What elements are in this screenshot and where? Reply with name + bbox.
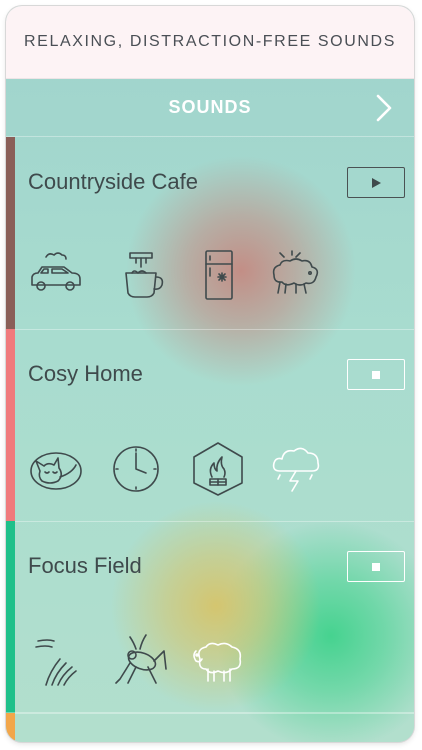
section-color-stripe — [6, 521, 15, 713]
sound-mix-countryside-cafe[interactable]: Countryside Cafe — [6, 137, 414, 330]
mix-name: Countryside Cafe — [28, 169, 198, 194]
play-icon — [372, 177, 381, 188]
stop-icon — [372, 370, 380, 379]
sound-icons — [28, 249, 348, 305]
next-sound-mix-partial[interactable] — [6, 712, 414, 742]
mix-name: Cosy Home — [28, 361, 143, 386]
section-color-stripe — [6, 137, 15, 329]
sound-mix-cosy-home[interactable]: Cosy Home — [6, 329, 414, 522]
stop-button[interactable] — [347, 551, 405, 582]
tagline-bar: RELAXING, DISTRACTION-FREE SOUNDS — [6, 6, 414, 79]
sheep-icon[interactable] — [190, 633, 246, 689]
app-frame: RELAXING, DISTRACTION-FREE SOUNDS SOUNDS… — [6, 6, 414, 742]
coffee-machine-cup-icon[interactable] — [116, 249, 172, 305]
sleeping-cat-icon[interactable] — [28, 441, 84, 497]
fireplace-icon[interactable] — [190, 441, 246, 497]
sound-icons — [28, 441, 348, 497]
chevron-right-icon[interactable] — [372, 93, 396, 123]
sound-icons — [28, 633, 348, 689]
sounds-header: SOUNDS — [6, 78, 414, 137]
play-button[interactable] — [347, 167, 405, 198]
clock-icon[interactable] — [108, 441, 164, 497]
sound-mix-focus-field[interactable]: Focus Field — [6, 521, 414, 714]
stop-icon — [372, 562, 380, 571]
sheep-flock-icon[interactable] — [270, 249, 326, 305]
cricket-icon[interactable] — [112, 633, 168, 689]
tagline: RELAXING, DISTRACTION-FREE SOUNDS — [24, 33, 396, 50]
stop-button[interactable] — [347, 359, 405, 390]
car-icon[interactable] — [28, 249, 84, 305]
section-color-stripe — [6, 713, 15, 742]
wind-icon[interactable] — [32, 633, 88, 689]
section-color-stripe — [6, 329, 15, 521]
page-title: SOUNDS — [168, 96, 252, 117]
thunderstorm-icon[interactable] — [268, 441, 324, 497]
refrigerator-icon[interactable] — [194, 249, 250, 305]
mix-name: Focus Field — [28, 553, 142, 578]
